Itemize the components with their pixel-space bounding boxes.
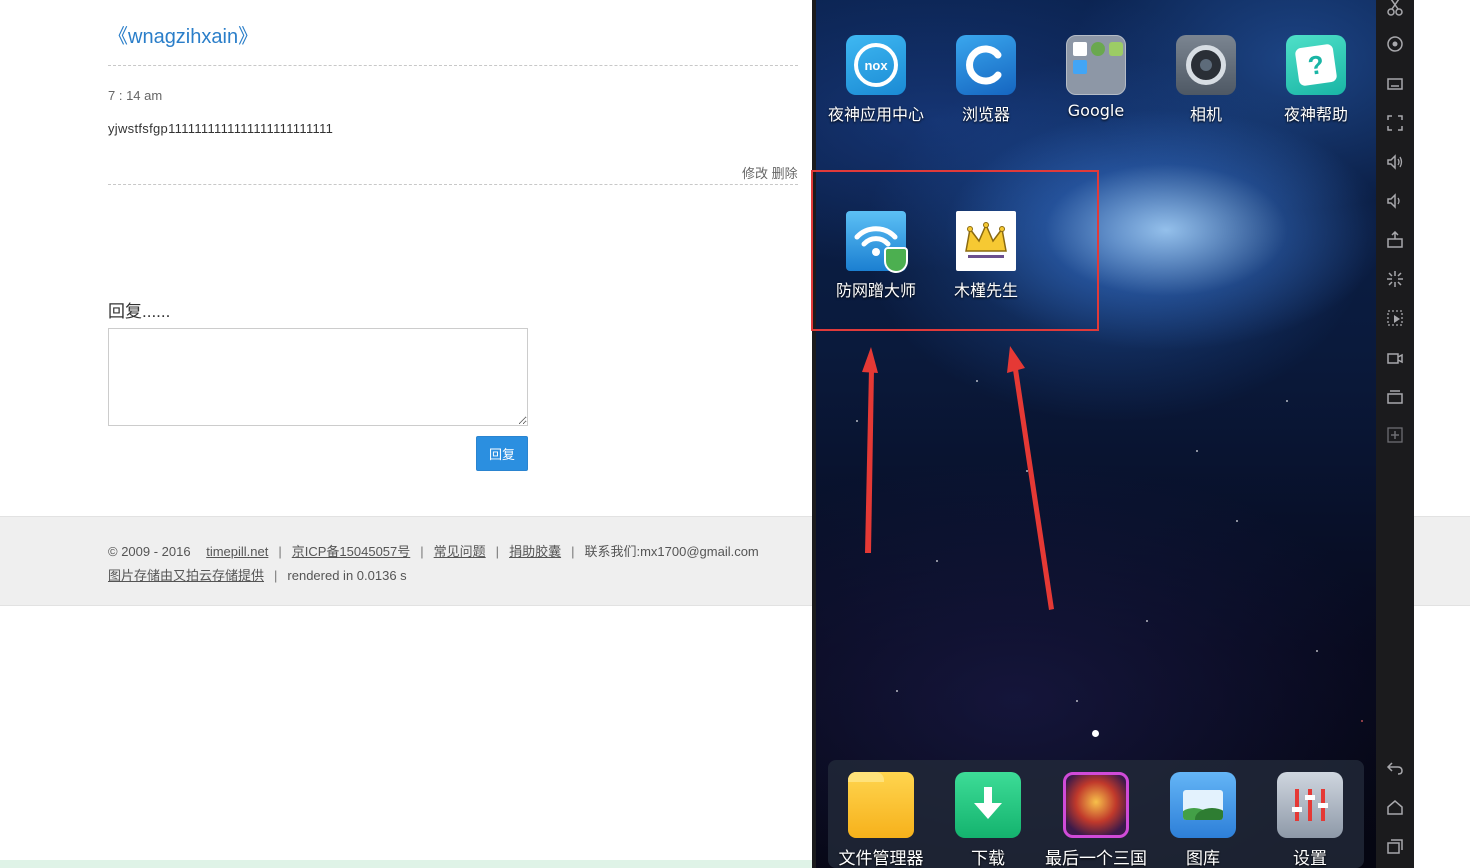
divider xyxy=(108,65,798,66)
folder-icon xyxy=(848,772,914,838)
record-icon[interactable] xyxy=(1385,347,1405,367)
dock-app-game[interactable]: 最后一个三国 xyxy=(1041,772,1151,868)
footer-line-2: 图片存储由又拍云存储提供 | rendered in 0.0136 s xyxy=(108,568,407,583)
dock-app-gallery[interactable]: 图库 xyxy=(1148,772,1258,868)
shake-icon[interactable] xyxy=(1385,269,1405,289)
post-time: 7 : 14 am xyxy=(108,88,163,103)
dock-app-settings[interactable]: 设置 xyxy=(1255,772,1365,868)
app-label: 下载 xyxy=(971,849,1005,868)
app-label: 最后一个三国 xyxy=(1045,849,1147,868)
fullscreen-icon[interactable] xyxy=(1385,113,1405,133)
faq-link[interactable]: 常见问题 xyxy=(434,544,486,559)
reply-button[interactable]: 回复 xyxy=(476,436,528,471)
gallery-icon xyxy=(1170,772,1236,838)
delete-link[interactable]: 删除 xyxy=(772,166,798,181)
volume-down-icon[interactable] xyxy=(1385,191,1405,211)
dock: 文件管理器 下载 最后一个三国 图库 设置 xyxy=(828,760,1364,868)
game-icon xyxy=(1063,772,1129,838)
apk-install-icon[interactable] xyxy=(1385,230,1405,250)
android-home-screen: nox 夜神应用中心 浏览器 Google 相机 ? 夜神帮助 防网蹭大师 木槿… xyxy=(816,0,1376,868)
emulator-sidebar xyxy=(1376,0,1414,868)
highlight-box xyxy=(811,170,1099,331)
post-body: yjwstfsfgp1111111111111111111111111 xyxy=(108,121,334,136)
annotation-arrows xyxy=(862,346,1054,610)
page-bottom-strip xyxy=(0,860,820,868)
back-icon[interactable] xyxy=(1385,758,1405,778)
location-icon[interactable] xyxy=(1385,34,1405,54)
app-label: 设置 xyxy=(1293,849,1327,868)
recent-apps-icon[interactable] xyxy=(1385,836,1405,856)
reply-heading: 回复...... xyxy=(108,302,171,321)
arrow-annotation xyxy=(862,346,1054,610)
download-icon xyxy=(955,772,1021,838)
footer-line-1: © 2009 - 2016 timepill.net | 京ICP备15045057… xyxy=(108,544,759,559)
app-label: 图库 xyxy=(1186,849,1220,868)
home-icon[interactable] xyxy=(1385,797,1405,817)
add-icon[interactable] xyxy=(1385,425,1405,445)
keyboard-icon[interactable] xyxy=(1385,74,1405,94)
screenshot-root: 《wnagzihxain》 7 : 14 am yjwstfsfgp111111… xyxy=(0,0,1470,868)
macro-icon[interactable] xyxy=(1385,308,1405,328)
edit-link[interactable]: 修改 xyxy=(742,166,768,181)
storage-link[interactable]: 图片存储由又拍云存储提供 xyxy=(108,568,264,583)
volume-up-icon[interactable] xyxy=(1385,152,1405,172)
page-indicator-dot xyxy=(1092,730,1099,737)
copyright-text: © 2009 - 2016 xyxy=(108,544,191,559)
settings-icon xyxy=(1277,772,1343,838)
dock-app-file-manager[interactable]: 文件管理器 xyxy=(826,772,936,868)
donate-link[interactable]: 捐助胶囊 xyxy=(509,544,561,559)
app-label: 文件管理器 xyxy=(838,849,924,868)
dock-app-download[interactable]: 下载 xyxy=(933,772,1043,868)
post-title-link[interactable]: 《wnagzihxain》 xyxy=(108,20,258,49)
scissors-icon[interactable] xyxy=(1385,0,1405,17)
post-actions: 修改 删除 xyxy=(742,163,798,182)
divider xyxy=(108,184,798,185)
multi-instance-icon[interactable] xyxy=(1385,386,1405,406)
reply-textarea[interactable] xyxy=(108,328,528,426)
site-link[interactable]: timepill.net xyxy=(206,544,268,559)
contact-text: 联系我们:mx1700@gmail.com xyxy=(584,544,759,559)
render-time-text: rendered in 0.0136 s xyxy=(287,568,407,583)
icp-link[interactable]: 京ICP备15045057号 xyxy=(292,544,411,559)
